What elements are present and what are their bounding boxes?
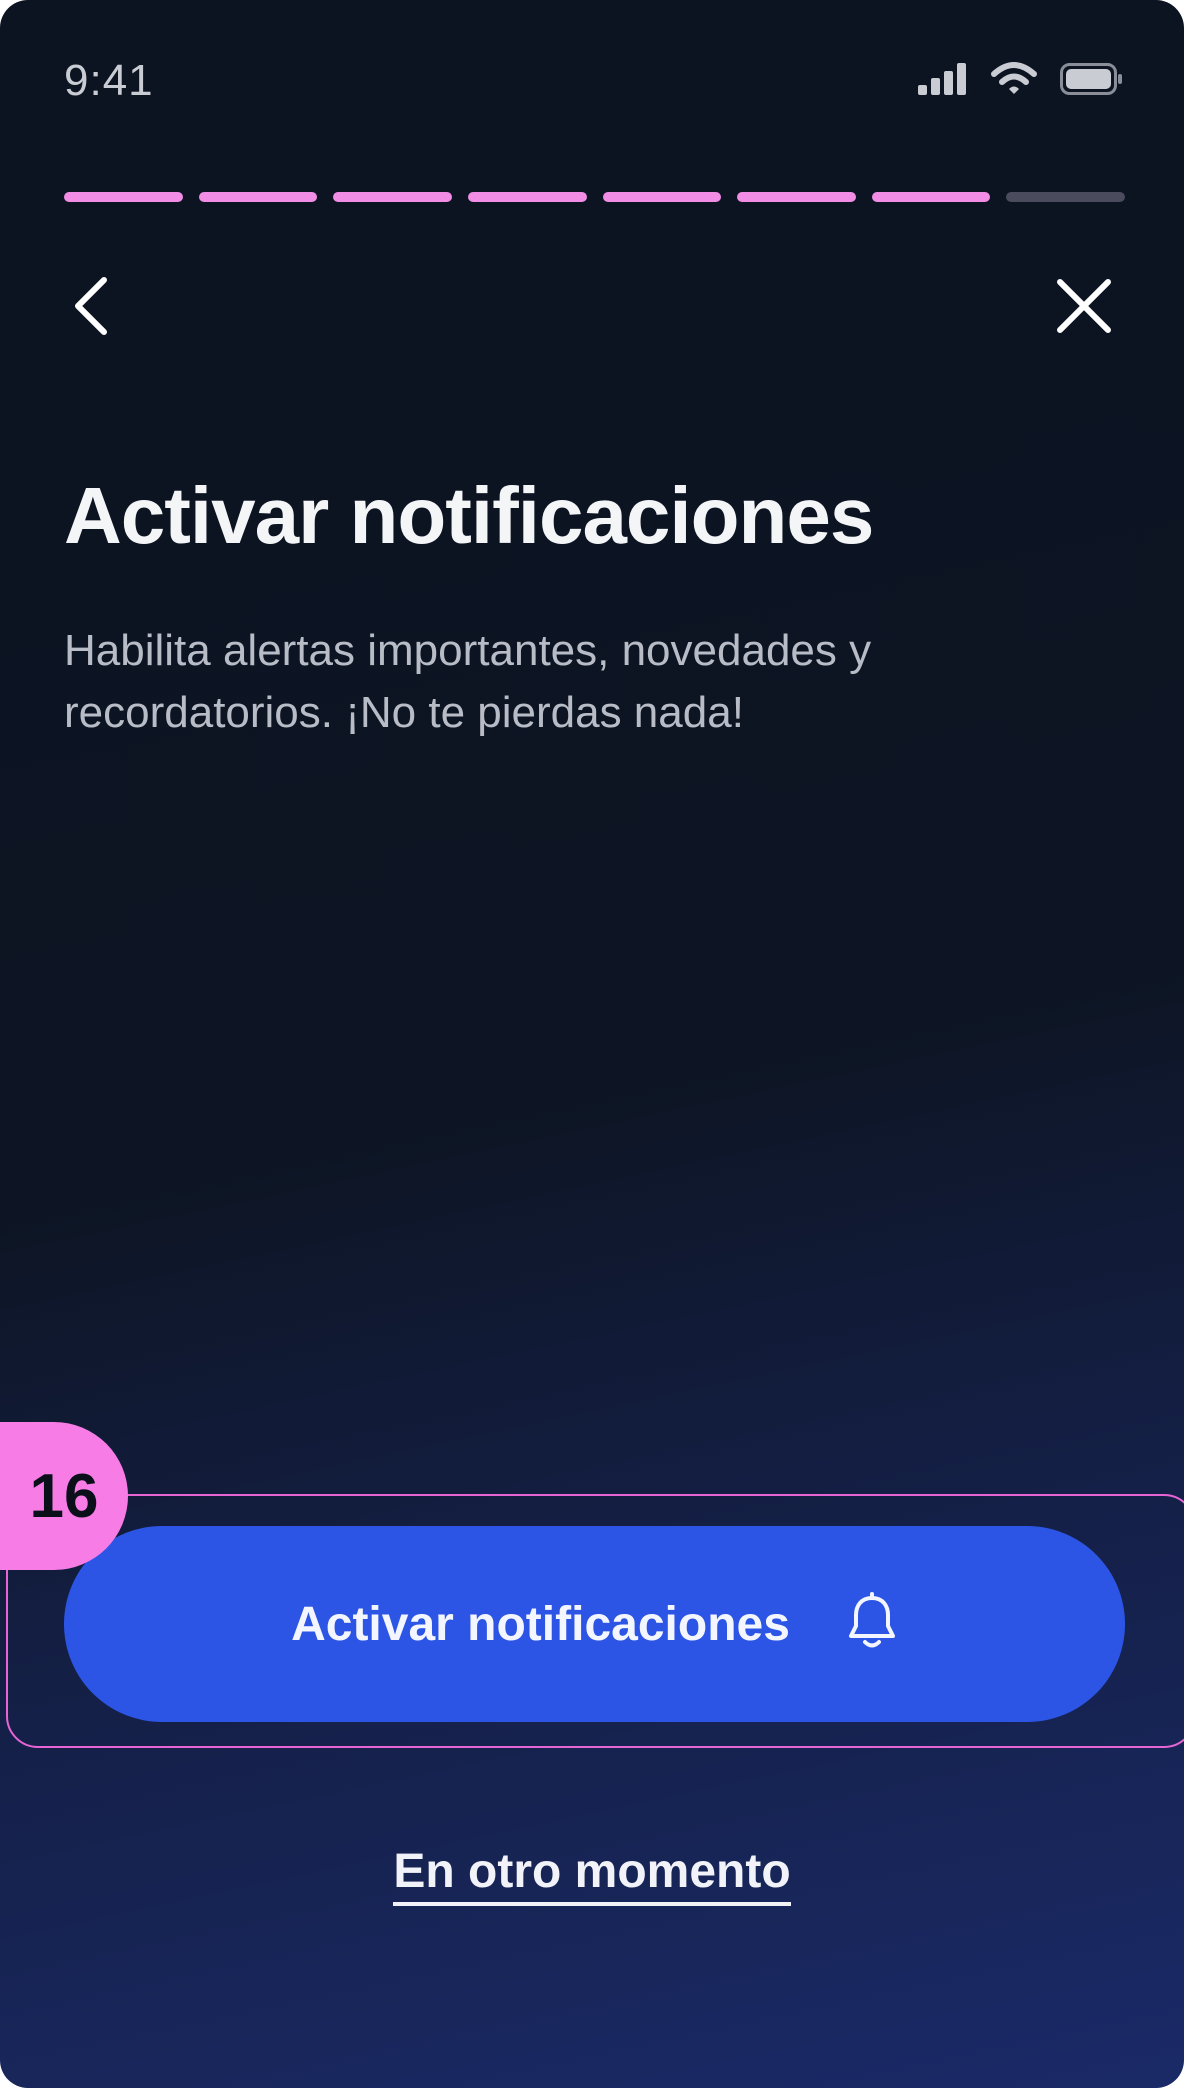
progress-segment-complete xyxy=(333,192,452,202)
enable-notifications-label: Activar notificaciones xyxy=(291,1597,790,1651)
status-icons xyxy=(918,62,1124,101)
close-button[interactable] xyxy=(1044,268,1124,348)
phone-screen: 9:41 Activar notificaciones Habilita ale… xyxy=(0,0,1184,2088)
progress-segment-complete xyxy=(198,192,318,202)
page-subtitle: Habilita alertas importantes, novedades … xyxy=(64,626,872,737)
page-title: Activar notificaciones xyxy=(64,471,874,560)
progress-segment-complete xyxy=(602,192,722,202)
progress-segment-complete xyxy=(467,192,587,202)
progress-segment-pending xyxy=(1006,192,1125,202)
status-time: 9:41 xyxy=(64,56,154,105)
progress-segment-complete xyxy=(871,192,991,202)
signal-icon xyxy=(918,63,968,100)
bell-icon xyxy=(846,1591,898,1657)
status-bar: 9:41 xyxy=(0,0,1184,170)
battery-icon xyxy=(1060,63,1124,100)
chevron-left-icon xyxy=(68,274,116,343)
progress-segment-complete xyxy=(64,192,183,202)
wifi-icon xyxy=(990,62,1038,101)
later-link[interactable]: En otro momento xyxy=(0,1844,1184,1906)
later-link-label: En otro momento xyxy=(393,1845,791,1906)
close-icon xyxy=(1054,276,1114,341)
enable-notifications-button[interactable]: Activar notificaciones xyxy=(64,1526,1125,1722)
back-button[interactable] xyxy=(52,268,132,348)
progress-segment-complete xyxy=(737,192,856,202)
onboarding-progress-bar xyxy=(64,192,1125,202)
